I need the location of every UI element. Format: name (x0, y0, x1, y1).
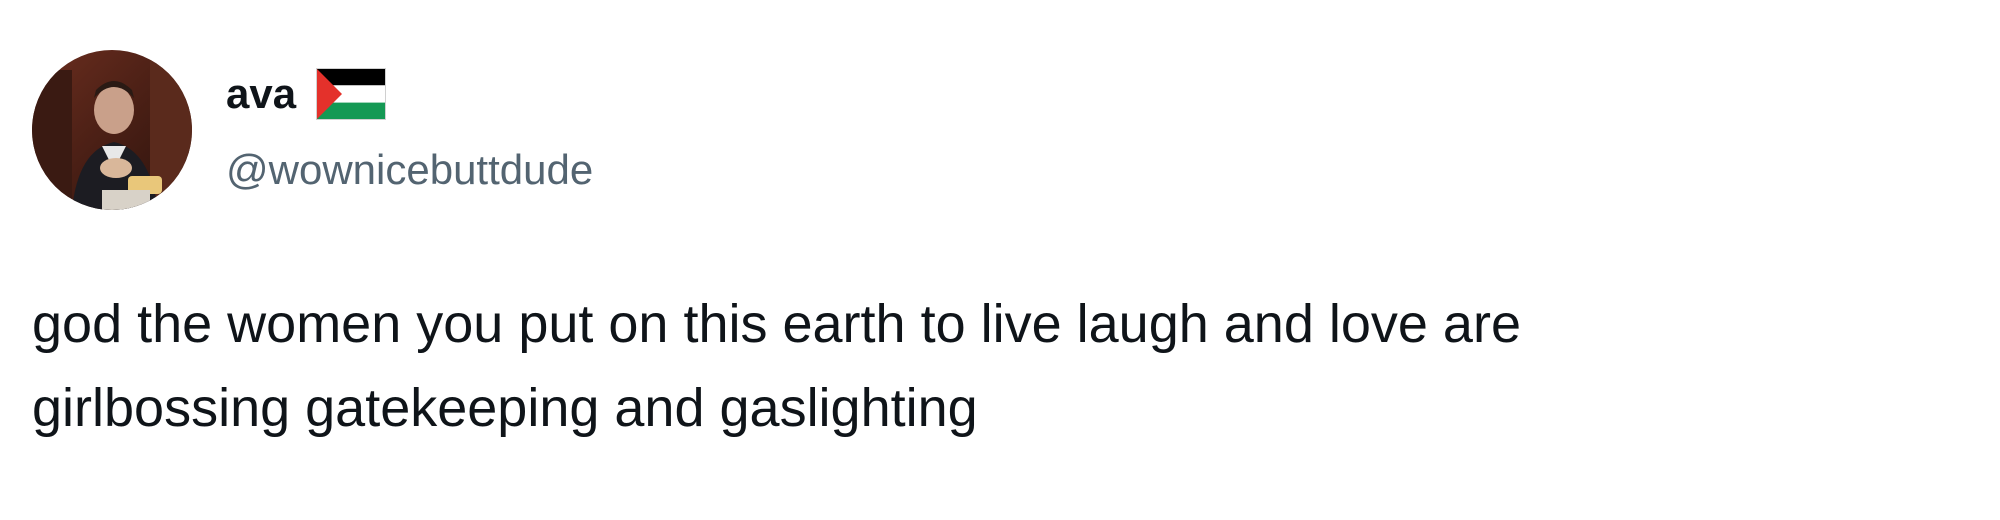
author-display-name[interactable]: ava (226, 70, 296, 118)
palestine-flag-icon (316, 68, 387, 120)
author-handle[interactable]: @wownicebuttdude (226, 146, 593, 194)
author-name-row: ava (226, 64, 387, 124)
tweet-text-line-2: girlbossing gatekeeping and gaslighting (32, 378, 978, 438)
tweet-text-line-1: god the women you put on this earth to l… (32, 294, 1521, 354)
avatar-image (32, 50, 192, 210)
tweet-card: ava @wownicebuttdude god the women you p… (0, 0, 2000, 520)
tweet-text: god the women you put on this earth to l… (32, 282, 1982, 450)
author-avatar[interactable] (32, 50, 192, 210)
